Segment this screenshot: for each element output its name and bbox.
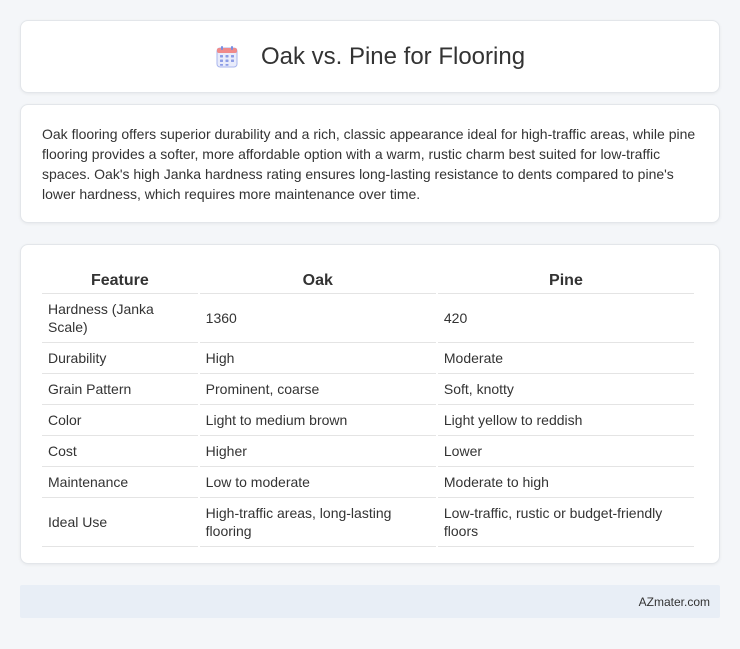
- cell-feature: Color: [42, 405, 198, 436]
- footer-site-link[interactable]: AZmater.com: [639, 595, 710, 609]
- cell-pine: Light yellow to reddish: [437, 405, 694, 436]
- table-row: Durability High Moderate: [42, 343, 694, 374]
- page-title: Oak vs. Pine for Flooring: [260, 42, 526, 70]
- cell-pine: Low-traffic, rustic or budget-friendly f…: [437, 498, 694, 547]
- table-row: Color Light to medium brown Light yellow…: [42, 405, 694, 436]
- cell-feature: Cost: [42, 436, 198, 467]
- cell-feature: Ideal Use: [42, 498, 198, 547]
- cell-oak: Light to medium brown: [199, 405, 436, 436]
- cell-feature: Grain Pattern: [42, 374, 198, 405]
- cell-feature: Maintenance: [42, 467, 198, 498]
- title-card: Oak vs. Pine for Flooring: [20, 20, 720, 93]
- calendar-icon: [215, 45, 239, 69]
- cell-pine: Lower: [437, 436, 694, 467]
- comparison-card: Feature Oak Pine Hardness (Janka Scale) …: [20, 244, 720, 564]
- table-row: Grain Pattern Prominent, coarse Soft, kn…: [42, 374, 694, 405]
- cell-oak: Low to moderate: [199, 467, 436, 498]
- cell-pine: 420: [437, 294, 694, 343]
- table-header-row: Feature Oak Pine: [42, 261, 694, 294]
- footer-bar: AZmater.com: [20, 585, 720, 618]
- header-feature: Feature: [42, 261, 198, 294]
- cell-feature: Hardness (Janka Scale): [42, 294, 198, 343]
- table-row: Maintenance Low to moderate Moderate to …: [42, 467, 694, 498]
- table-row: Hardness (Janka Scale) 1360 420: [42, 294, 694, 343]
- table-row: Ideal Use High-traffic areas, long-lasti…: [42, 498, 694, 547]
- cell-pine: Soft, knotty: [437, 374, 694, 405]
- cell-oak: Higher: [199, 436, 436, 467]
- cell-oak: High-traffic areas, long-lasting floorin…: [199, 498, 436, 547]
- cell-pine: Moderate to high: [437, 467, 694, 498]
- cell-oak: 1360: [199, 294, 436, 343]
- header-pine: Pine: [437, 261, 694, 294]
- table-row: Cost Higher Lower: [42, 436, 694, 467]
- summary-text: Oak flooring offers superior durability …: [42, 126, 696, 202]
- cell-feature: Durability: [42, 343, 198, 374]
- cell-oak: High: [199, 343, 436, 374]
- cell-oak: Prominent, coarse: [199, 374, 436, 405]
- title-wrap: Oak vs. Pine for Flooring: [215, 43, 525, 71]
- comparison-table: Feature Oak Pine Hardness (Janka Scale) …: [40, 261, 696, 547]
- cell-pine: Moderate: [437, 343, 694, 374]
- header-oak: Oak: [199, 261, 436, 294]
- summary-card: Oak flooring offers superior durability …: [20, 104, 720, 223]
